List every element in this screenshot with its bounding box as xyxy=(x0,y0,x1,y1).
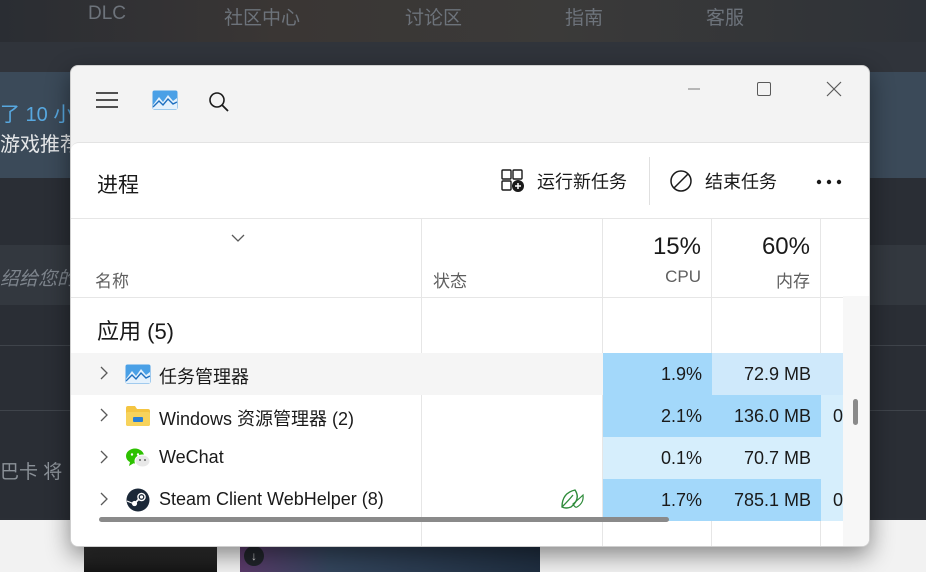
hamburger-icon xyxy=(96,92,118,108)
memory-total: 60% xyxy=(761,233,810,260)
steam-nav-bar: DLC 社区中心 讨论区 指南 客服 xyxy=(0,0,926,42)
maximize-button[interactable] xyxy=(741,74,787,104)
process-extra xyxy=(821,437,843,479)
app-logo xyxy=(147,82,183,118)
minimize-icon xyxy=(688,88,700,90)
process-name: Windows 资源管理器 (2) xyxy=(159,409,355,429)
column-divider xyxy=(602,219,603,297)
process-cpu: 1.9% xyxy=(603,353,712,395)
close-icon xyxy=(826,81,842,97)
run-new-task-icon xyxy=(501,169,524,192)
background-recommend-text: 游戏推荐 xyxy=(0,134,80,156)
nav-item-community[interactable]: 社区中心 xyxy=(224,3,300,30)
column-header: 名称 状态 15% CPU 60% 内存 xyxy=(71,218,869,298)
process-cpu: 0.1% xyxy=(603,437,712,479)
vertical-scrollbar-thumb[interactable] xyxy=(853,399,858,425)
chevron-right-icon xyxy=(100,366,108,380)
end-task-icon xyxy=(670,170,692,192)
process-row[interactable]: Windows 资源管理器 (2) 2.1% 136.0 MB 0 xyxy=(71,395,843,437)
task-manager-icon xyxy=(125,361,151,387)
maximize-icon xyxy=(757,82,771,96)
process-cpu: 1.7% xyxy=(603,479,712,521)
steam-icon xyxy=(125,487,151,513)
processes-page: 进程 运行新任务 结束任务 名称 状态 15% CPU 60% 内存 应用 (5… xyxy=(71,142,869,546)
background-playtime-link[interactable]: 了 10 小 xyxy=(0,98,73,127)
wechat-icon xyxy=(125,445,151,471)
process-name: WeChat xyxy=(159,447,224,467)
sort-chevron-down-icon[interactable] xyxy=(231,229,245,247)
background-intro-text: 绍给您的 xyxy=(0,269,77,290)
folder-icon xyxy=(125,403,151,429)
hamburger-menu-button[interactable] xyxy=(89,82,125,118)
chevron-right-icon xyxy=(100,450,108,464)
chevron-right-icon xyxy=(100,408,108,422)
more-options-button[interactable] xyxy=(809,167,849,197)
search-button[interactable] xyxy=(201,84,237,120)
column-memory[interactable]: 内存 xyxy=(776,267,810,292)
task-manager-icon xyxy=(152,90,178,110)
column-divider xyxy=(820,219,821,297)
column-divider xyxy=(421,219,422,297)
download-icon: ↓ xyxy=(244,546,264,566)
process-row[interactable]: 任务管理器 1.9% 72.9 MB xyxy=(71,353,843,395)
process-row[interactable]: Steam Client WebHelper (8) 1.7% 785.1 MB… xyxy=(71,479,843,521)
process-name: 任务管理器 xyxy=(159,367,249,387)
horizontal-scrollbar-thumb[interactable] xyxy=(99,517,669,522)
process-row[interactable]: WeChat 0.1% 70.7 MB xyxy=(71,437,843,479)
close-button[interactable] xyxy=(811,74,857,104)
command-bar: 进程 运行新任务 结束任务 xyxy=(71,143,869,218)
end-task-button[interactable]: 结束任务 xyxy=(669,163,777,199)
column-divider xyxy=(711,219,712,297)
process-list: 应用 (5) 任务管理器 1.9% 72.9 MB Windows 资源管理器 … xyxy=(71,296,869,546)
process-extra: 0 xyxy=(821,479,843,521)
end-task-label: 结束任务 xyxy=(705,172,777,192)
cpu-total: 15% xyxy=(652,233,701,260)
column-cpu[interactable]: CPU xyxy=(665,267,701,287)
process-memory: 136.0 MB xyxy=(712,395,821,437)
task-manager-window: 进程 运行新任务 结束任务 名称 状态 15% CPU 60% 内存 应用 (5… xyxy=(70,65,870,547)
nav-item-dlc[interactable]: DLC xyxy=(88,3,126,25)
process-extra: 0 xyxy=(821,395,843,437)
nav-item-guides[interactable]: 指南 xyxy=(565,3,603,30)
process-name: Steam Client WebHelper (8) xyxy=(159,489,384,509)
chevron-right-icon xyxy=(100,492,108,506)
nav-item-discussions[interactable]: 讨论区 xyxy=(405,3,462,30)
background-caption-text: 巴卡 将 xyxy=(0,462,63,483)
run-new-task-label: 运行新任务 xyxy=(537,172,627,192)
efficiency-leaf-icon xyxy=(559,487,585,516)
minimize-button[interactable] xyxy=(671,74,717,104)
search-icon xyxy=(209,92,229,112)
title-bar xyxy=(71,66,869,142)
process-extra xyxy=(821,353,843,395)
column-status[interactable]: 状态 xyxy=(433,267,467,292)
nav-item-support[interactable]: 客服 xyxy=(706,3,744,30)
run-new-task-button[interactable]: 运行新任务 xyxy=(501,163,627,199)
process-memory: 72.9 MB xyxy=(712,353,821,395)
more-icon xyxy=(816,179,842,185)
column-name[interactable]: 名称 xyxy=(95,267,129,292)
process-memory: 785.1 MB xyxy=(712,479,821,521)
toolbar-separator xyxy=(649,157,650,205)
process-memory: 70.7 MB xyxy=(712,437,821,479)
page-title: 进程 xyxy=(97,174,139,197)
group-header-apps[interactable]: 应用 (5) xyxy=(97,314,174,346)
process-cpu: 2.1% xyxy=(603,395,712,437)
